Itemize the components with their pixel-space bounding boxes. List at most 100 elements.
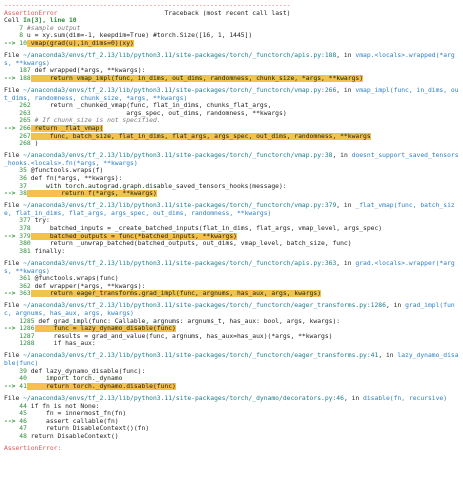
line-number: 381 <box>19 247 31 255</box>
line-number: 378 <box>19 225 31 233</box>
code-line: 47 return DisableContext()(fn) <box>4 425 461 433</box>
current-line-arrow: --> <box>4 74 20 82</box>
code-text: return DisableContext()(fn) <box>26 425 150 433</box>
frame-file-link[interactable]: ~/anaconda3/envs/tf_2.13/lib/python3.11/… <box>23 202 336 209</box>
code-text: func, batch_size, flat_in_dims, flat_arg… <box>30 132 371 140</box>
frame-in-label: , in <box>336 86 356 94</box>
traceback-frame: File ~/anaconda3/envs/tf_2.13/lib/python… <box>4 395 461 441</box>
code-text: def lazy_dynamo_disable(func): <box>26 367 146 375</box>
code-text: def grad_impl(func: Callable, argnums: a… <box>34 317 341 325</box>
frame-file-link[interactable]: ~/anaconda3/envs/tf_2.13/lib/python3.11/… <box>23 395 344 402</box>
code-text: func = lazy_dynamo_disable(func) <box>34 325 176 333</box>
frames-container: Cell In[3], line 10 7 #sample output 8 u… <box>4 17 461 440</box>
code-text: def wrapper(*args, **kwargs): <box>30 282 146 290</box>
code-text: return eager_transforms.grad_impl(func, … <box>30 290 322 298</box>
line-number: 379 <box>19 232 31 240</box>
frame-prefix: File <box>4 202 24 210</box>
line-number: 35 <box>19 167 27 175</box>
code-text: if fn is not None: <box>26 402 100 410</box>
frame-in-label: , in <box>332 152 352 160</box>
final-error-line: AssertionError: <box>4 444 66 452</box>
line-number: 38 <box>19 190 27 198</box>
line-number: 41 <box>19 382 27 390</box>
frame-file-link[interactable]: ~/anaconda3/envs/tf_2.13/lib/python3.11/… <box>23 352 378 359</box>
code-line: --> 363 return eager_transforms.grad_imp… <box>4 290 461 298</box>
traceback-frame: File ~/anaconda3/envs/tf_2.13/lib/python… <box>4 87 461 148</box>
frame-prefix: Cell <box>4 17 24 25</box>
dash-separator: ----------------------------------------… <box>4 2 291 9</box>
code-line: --> 188 return vmap_impl(func, in_dims, … <box>4 74 461 83</box>
line-number: 37 <box>19 182 27 190</box>
code-line: 267 func, batch_size, flat_in_dims, flat… <box>4 132 461 141</box>
frame-file-link[interactable]: ~/anaconda3/envs/tf_2.13/lib/python3.11/… <box>23 152 332 159</box>
frame-file-link[interactable]: ~/anaconda3/envs/tf_2.13/lib/python3.11/… <box>23 52 336 59</box>
header-spacer <box>57 10 164 17</box>
code-text: vmap(grad(u),in_dims=0)(xy) <box>26 39 134 47</box>
code-line: 268 ) <box>4 140 461 148</box>
code-text: with torch.autograd.graph.disable_saved_… <box>26 182 287 190</box>
code-line: --> 46 assert callable(fn) <box>4 418 461 426</box>
frame-file-link[interactable]: In[3], line 10 <box>23 17 76 24</box>
traceback-header: AssertionError Traceback (most recent ca… <box>4 10 461 18</box>
line-number: 39 <box>19 367 27 375</box>
code-line: 361 @functools.wraps(func) <box>4 275 461 283</box>
code-line: 380 return _unwrap_batched(batched_outpu… <box>4 240 461 248</box>
code-line: 265 # If chunk_size is not specified. <box>4 117 461 125</box>
code-text: @functools.wraps(func) <box>30 275 119 283</box>
frame-prefix: File <box>4 52 24 60</box>
frame-file-link[interactable]: ~/anaconda3/envs/tf_2.13/lib/python3.11/… <box>23 260 336 267</box>
code-line: 7 #sample output <box>4 25 461 33</box>
frame-prefix: File <box>4 394 24 402</box>
line-number: 1288 <box>19 340 35 348</box>
frame-location: File ~/anaconda3/envs/tf_2.13/lib/python… <box>4 202 461 217</box>
line-number: 10 <box>19 39 27 47</box>
line-number: 48 <box>19 432 27 440</box>
line-number: 47 <box>19 425 27 433</box>
code-line: --> 10 vmap(grad(u),in_dims=0)(xy) <box>4 39 461 48</box>
line-number: 266 <box>19 124 31 132</box>
current-line-arrow: --> <box>4 124 20 132</box>
current-line-arrow: --> <box>4 325 20 333</box>
line-number: 1286 <box>19 325 35 333</box>
line-number: 265 <box>19 117 31 125</box>
frame-in-label: , in <box>343 394 364 402</box>
code-text: @functools.wraps(f) <box>26 167 104 175</box>
line-number: 40 <box>19 375 27 383</box>
code-text: return f(*args, **kwargs) <box>26 190 157 198</box>
frame-in-label: , in <box>336 202 356 210</box>
error-name: AssertionError <box>4 9 58 17</box>
traceback-frame: File ~/anaconda3/envs/tf_2.13/lib/python… <box>4 260 461 298</box>
code-text: finally: <box>30 247 66 255</box>
line-number: 377 <box>19 217 31 225</box>
current-line-arrow: --> <box>4 417 20 425</box>
code-text: return vmap_impl(func, in_dims, out_dims… <box>30 74 364 82</box>
line-number: 36 <box>19 174 27 182</box>
code-line: 48 return DisableContext() <box>4 433 461 441</box>
code-text: if has_aux: <box>34 340 96 348</box>
code-line: 37 with torch.autograd.graph.disable_sav… <box>4 183 461 191</box>
frame-file-link[interactable]: ~/anaconda3/envs/tf_2.13/lib/python3.11/… <box>23 87 336 94</box>
code-text: import torch._dynamo <box>26 375 123 383</box>
current-line-arrow: --> <box>4 290 20 298</box>
frame-file-link[interactable]: ~/anaconda3/envs/tf_2.13/lib/python3.11/… <box>23 302 386 309</box>
line-number: 362 <box>19 282 31 290</box>
code-line: 44 if fn is not None: <box>4 403 461 411</box>
current-line-arrow: --> <box>4 232 20 240</box>
frame-prefix: File <box>4 302 24 310</box>
line-number: 262 <box>19 102 31 110</box>
code-line: 1288 if has_aux: <box>4 340 461 348</box>
